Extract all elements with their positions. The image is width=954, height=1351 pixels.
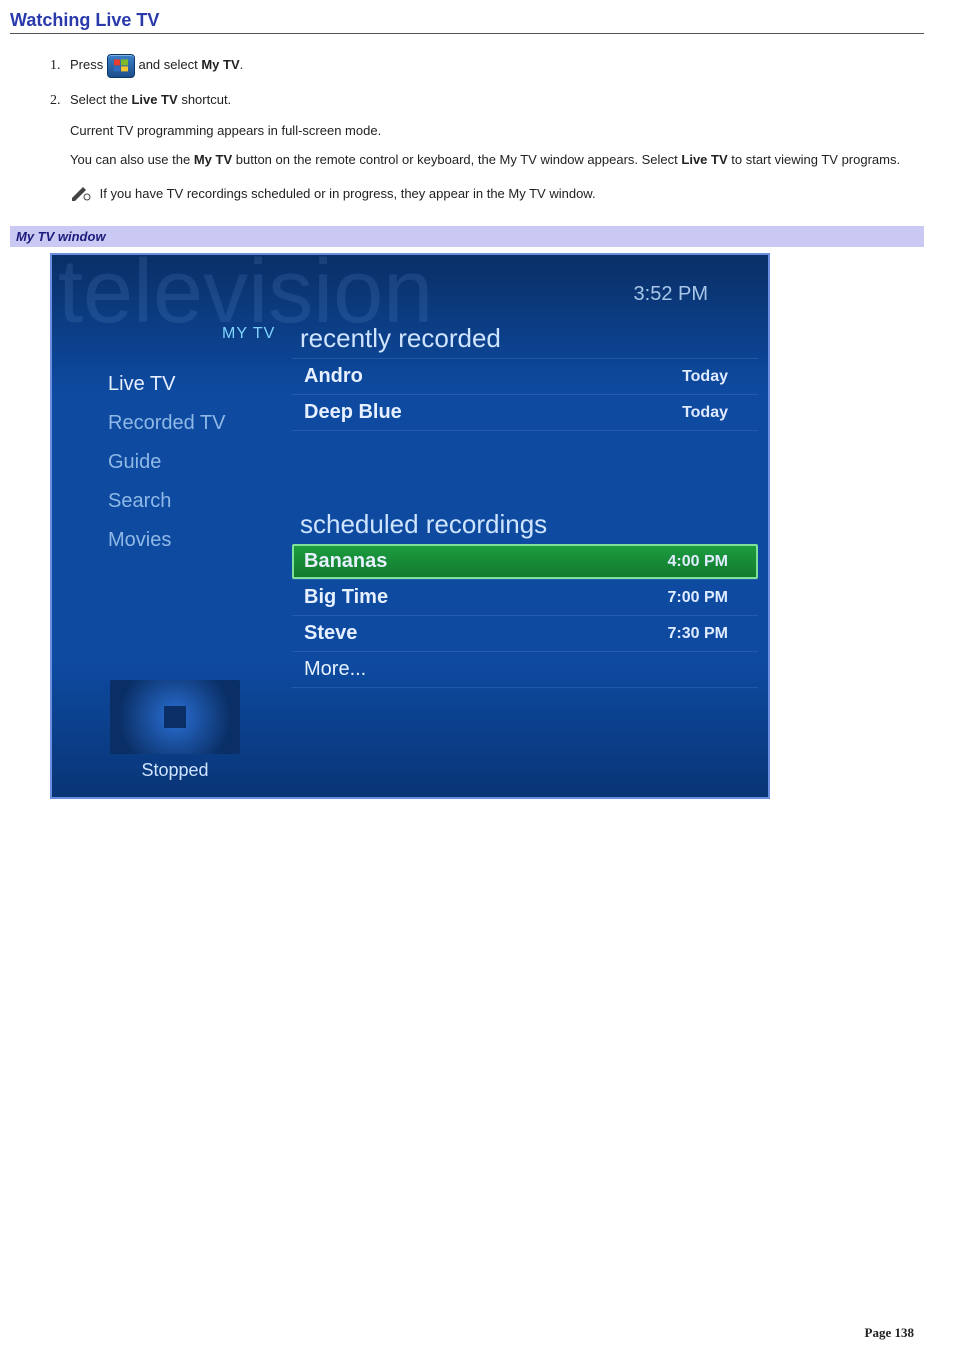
scheduled-recordings-heading: scheduled recordings	[300, 509, 758, 540]
clock-label: 3:52 PM	[634, 283, 708, 306]
sidebar-item-live-tv[interactable]: Live TV	[102, 365, 282, 404]
sched-title-2: Steve	[304, 622, 357, 645]
recent-title-1: Deep Blue	[304, 401, 402, 424]
p2a: You can also use the	[70, 152, 194, 167]
step-2: Select the Live TV shortcut. Current TV …	[64, 92, 924, 167]
sched-title-3: More...	[304, 658, 366, 681]
windows-start-icon	[107, 54, 135, 78]
note-text: If you have TV recordings scheduled or i…	[100, 186, 596, 201]
step1-bold: My TV	[201, 57, 239, 72]
scheduled-row-0[interactable]: Bananas 4:00 PM	[292, 544, 758, 579]
recent-row-0[interactable]: Andro Today	[292, 358, 758, 394]
sched-time-0: 4:00 PM	[668, 553, 728, 571]
playback-status-label: Stopped	[100, 760, 250, 781]
step1-prefix: Press	[70, 57, 107, 72]
recent-title-0: Andro	[304, 365, 363, 388]
step2-suffix: shortcut.	[181, 92, 231, 107]
step2-para1: Current TV programming appears in full-s…	[70, 123, 924, 138]
scheduled-recordings-list: Bananas 4:00 PM Big Time 7:00 PM Steve 7…	[292, 544, 758, 688]
sidebar-item-recorded-tv[interactable]: Recorded TV	[102, 404, 282, 443]
recently-recorded-list: Andro Today Deep Blue Today	[292, 358, 758, 431]
my-tv-window-screenshot: television 3:52 PM MY TV Live TV Recorde…	[50, 253, 770, 799]
sched-title-1: Big Time	[304, 586, 388, 609]
step2-para2: You can also use the My TV button on the…	[70, 152, 924, 167]
pencil-note-icon	[70, 185, 92, 204]
sched-time-2: 7:30 PM	[668, 625, 728, 643]
section-title: Watching Live TV	[10, 10, 924, 34]
p2c: button on the remote control or keyboard…	[236, 152, 682, 167]
header-mytv-label: MY TV	[222, 325, 275, 343]
step-1: Press and select My TV.	[64, 54, 924, 78]
sched-time-1: 7:00 PM	[668, 589, 728, 607]
page-number: Page 138	[865, 1325, 914, 1340]
p2e: to start viewing TV programs.	[731, 152, 900, 167]
page-footer: Page 138	[865, 1325, 914, 1341]
playback-thumbnail[interactable]	[110, 680, 240, 754]
p2d: Live TV	[681, 152, 727, 167]
recent-row-1[interactable]: Deep Blue Today	[292, 394, 758, 430]
step2-bold: Live TV	[131, 92, 177, 107]
step2-prefix: Select the	[70, 92, 131, 107]
recent-time-1: Today	[682, 404, 728, 422]
step1-suffix: and select	[138, 57, 201, 72]
recently-recorded-heading: recently recorded	[300, 323, 758, 354]
recent-time-0: Today	[682, 368, 728, 386]
stop-icon	[164, 706, 186, 728]
playback-status: Stopped	[100, 680, 250, 781]
p2b: My TV	[194, 152, 232, 167]
mc-main: recently recorded Andro Today Deep Blue …	[292, 315, 758, 787]
sidebar-item-guide[interactable]: Guide	[102, 443, 282, 482]
sidebar-item-search[interactable]: Search	[102, 482, 282, 521]
scheduled-row-1[interactable]: Big Time 7:00 PM	[292, 579, 758, 615]
steps-list: Press and select My TV. Select the Live …	[10, 54, 924, 167]
step1-end: .	[240, 57, 244, 72]
mc-sidebar: Live TV Recorded TV Guide Search Movies	[102, 365, 282, 560]
sidebar-item-movies[interactable]: Movies	[102, 521, 282, 560]
note-row: If you have TV recordings scheduled or i…	[70, 185, 924, 204]
sched-title-0: Bananas	[304, 550, 387, 573]
scheduled-row-3[interactable]: More...	[292, 651, 758, 687]
screenshot-caption: My TV window	[10, 226, 924, 247]
scheduled-row-2[interactable]: Steve 7:30 PM	[292, 615, 758, 651]
